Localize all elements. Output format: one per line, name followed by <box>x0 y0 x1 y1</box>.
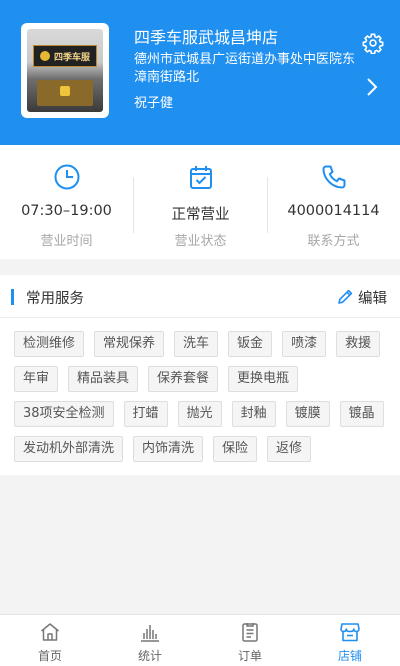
service-tag[interactable]: 镀膜 <box>285 401 330 427</box>
service-tag[interactable]: 内饰清洗 <box>133 436 204 462</box>
tab-store[interactable]: 店铺 <box>300 615 400 666</box>
business-status-label: 营业状态 <box>174 234 227 249</box>
chevron-right-icon[interactable] <box>364 76 380 98</box>
clock-icon <box>54 164 79 190</box>
store-contact-person: 祝子健 <box>134 96 174 111</box>
service-tag[interactable]: 钣金 <box>228 331 273 357</box>
service-tag[interactable]: 喷漆 <box>282 331 327 357</box>
service-tag[interactable]: 封釉 <box>231 401 276 427</box>
service-tag[interactable]: 保养套餐 <box>148 366 219 392</box>
services-title: 常用服务 <box>26 291 84 307</box>
contact-phone-label: 联系方式 <box>307 234 360 249</box>
contact-phone-value[interactable]: 4000014114 <box>267 203 400 219</box>
service-tag[interactable]: 精品装具 <box>68 366 139 392</box>
bottom-tab-bar: 首页 统计 订单 店铺 <box>0 614 400 666</box>
store-header[interactable]: 四季车服 四季车服武城昌坤店 德州市武城县广运街道办事处中医院东漳南街路北 祝子… <box>0 0 400 145</box>
store-photo: 四季车服 <box>21 23 109 118</box>
store-icon <box>340 623 360 642</box>
service-tag-list: 检测维修 常规保养 洗车 钣金 喷漆 救援年审 精品装具 保养套餐 更换电瓶 38项安全检测 打蜡抛… <box>14 331 394 462</box>
reception-desk <box>37 80 93 106</box>
service-tag[interactable]: 更换电瓶 <box>228 366 299 392</box>
desk-logo-icon <box>60 86 70 96</box>
tab-home-label: 首页 <box>37 649 62 663</box>
business-status: 正常营业 营业状态 <box>134 145 267 259</box>
edit-label: 编辑 <box>358 290 387 307</box>
home-icon <box>41 623 59 641</box>
tab-stats-label: 统计 <box>137 649 162 663</box>
service-tag[interactable]: 保险 <box>213 436 258 462</box>
pencil-icon <box>338 289 353 304</box>
tab-store-label: 店铺 <box>337 649 362 663</box>
common-services-panel: 常用服务 编辑 检测维修 常规保养 洗车 钣金 喷漆 救援年审 精品装具 保养套餐 更换电瓶 38… <box>0 275 400 475</box>
tab-home[interactable]: 首页 <box>0 615 100 666</box>
tab-orders[interactable]: 订单 <box>200 615 300 666</box>
section-accent-bar <box>11 289 14 305</box>
service-tag[interactable]: 发动机外部清洗 <box>14 436 124 462</box>
service-tag[interactable]: 打蜡 <box>123 401 168 427</box>
store-name: 四季车服武城昌坤店 <box>134 28 279 47</box>
service-tag[interactable]: 镀晶 <box>339 401 384 427</box>
store-sign: 四季车服 <box>33 45 97 67</box>
store-address: 德州市武城县广运街道办事处中医院东漳南街路北 <box>134 52 356 85</box>
service-tag[interactable]: 返修 <box>267 436 312 462</box>
services-header: 常用服务 编辑 <box>0 275 400 318</box>
brand-logo-icon <box>39 51 50 61</box>
store-info-panel: 07:30–19:00 营业时间 正常营业 营业状态 4000014114 联系… <box>0 145 400 259</box>
tab-orders-label: 订单 <box>237 649 262 663</box>
service-tag[interactable]: 救援 <box>336 331 381 357</box>
service-tag[interactable]: 洗车 <box>174 331 219 357</box>
service-tag[interactable]: 抛光 <box>177 401 222 427</box>
gear-icon[interactable] <box>362 32 384 54</box>
business-hours-label: 营业时间 <box>40 234 93 249</box>
service-tag[interactable]: 常规保养 <box>94 331 165 357</box>
service-tag[interactable]: 年审 <box>14 366 59 392</box>
stats-icon <box>141 625 159 642</box>
service-tag[interactable]: 检测维修 <box>14 331 85 357</box>
phone-icon[interactable] <box>320 163 348 191</box>
store-sign-text: 四季车服 <box>53 52 90 63</box>
business-status-value: 正常营业 <box>171 207 230 223</box>
tab-stats[interactable]: 统计 <box>100 615 200 666</box>
calendar-check-icon <box>189 166 212 189</box>
business-hours-value: 07:30–19:00 <box>21 203 112 219</box>
business-hours: 07:30–19:00 营业时间 <box>0 145 133 259</box>
contact-info[interactable]: 4000014114 联系方式 <box>267 145 400 259</box>
order-icon <box>242 623 258 642</box>
edit-services-button[interactable]: 编辑 <box>336 285 387 309</box>
service-tag[interactable]: 38项安全检测 <box>14 401 114 427</box>
